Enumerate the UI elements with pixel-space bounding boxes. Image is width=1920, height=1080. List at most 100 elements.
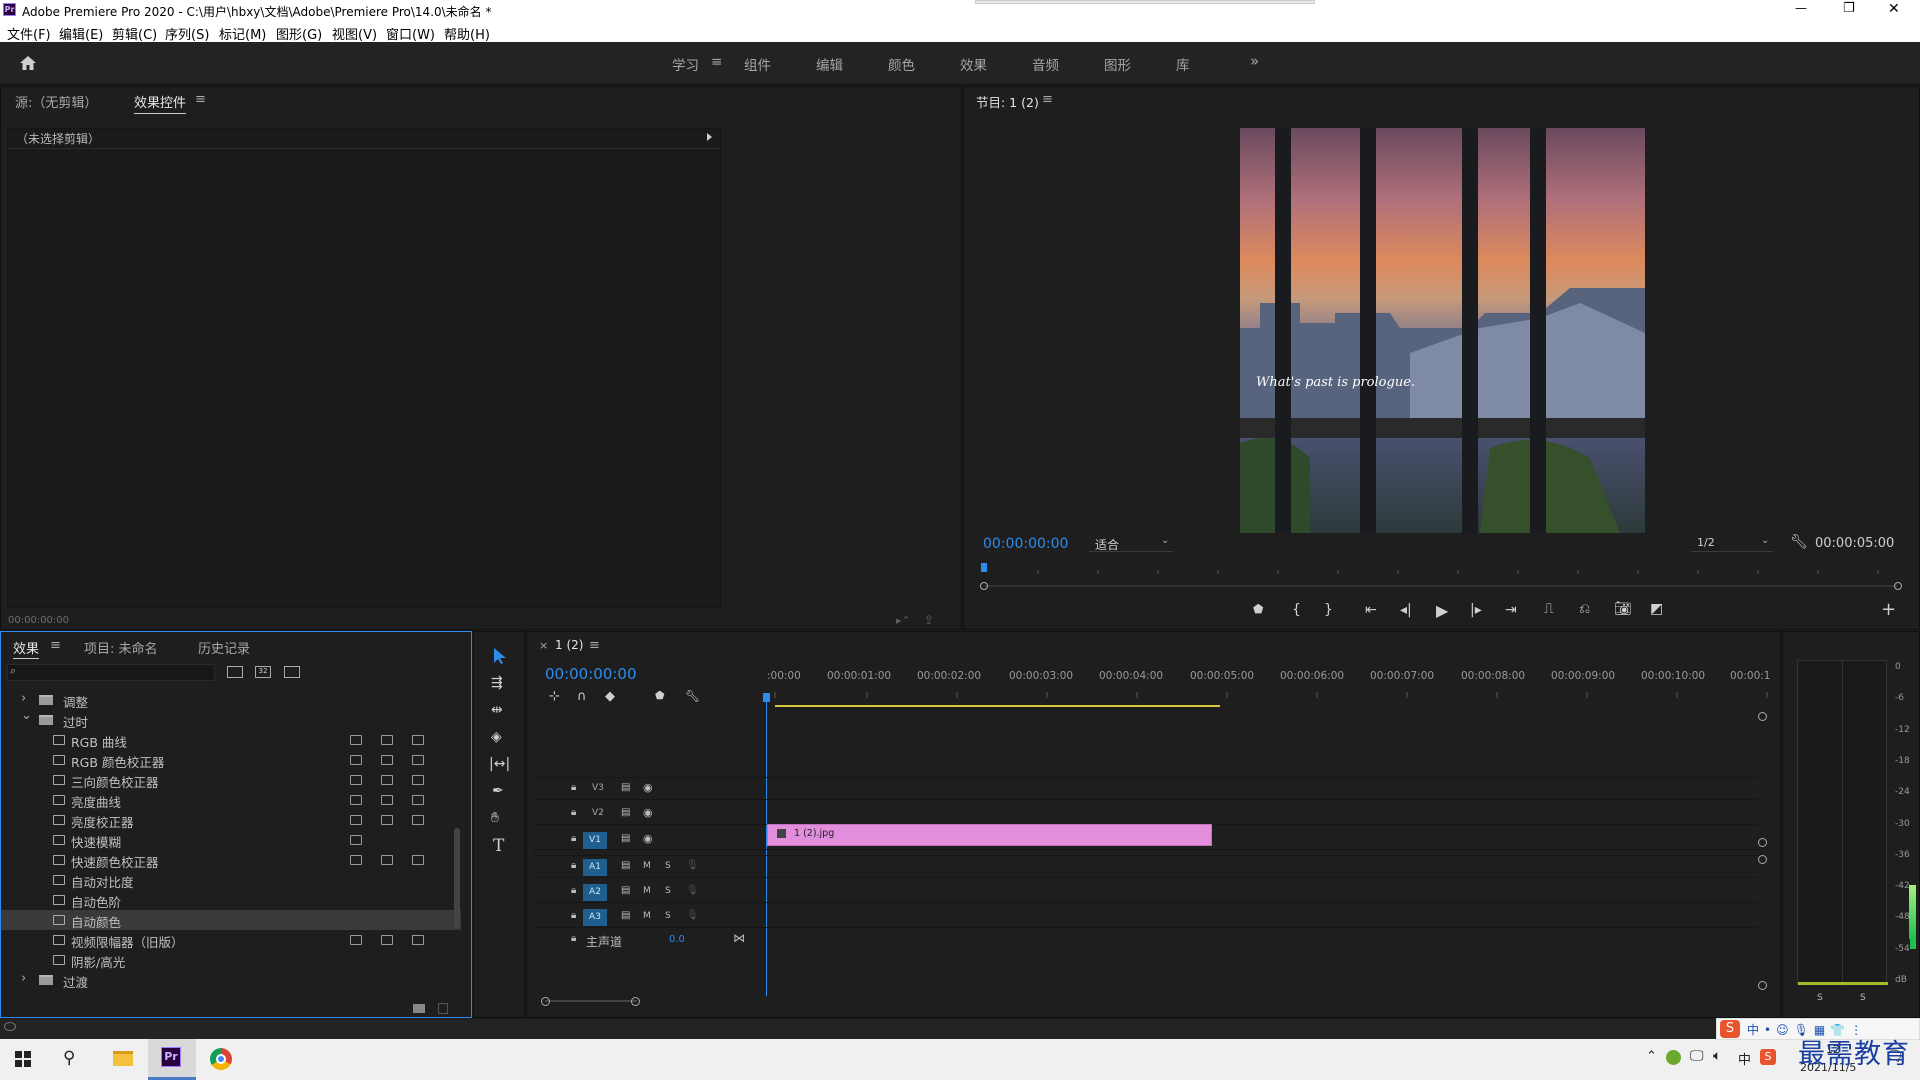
effect-row[interactable]: 快速模糊 xyxy=(1,830,461,850)
effect-row[interactable]: RGB 颜色校正器 xyxy=(1,750,461,770)
add-marker-icon[interactable]: ⬟ xyxy=(1253,602,1263,616)
premiere-taskbar-icon[interactable]: Pr xyxy=(148,1039,196,1080)
resolution-select[interactable]: 1/2 ⌄ xyxy=(1691,535,1773,552)
effect-row[interactable]: 亮度校正器 xyxy=(1,810,461,830)
snap-icon[interactable]: ⊹ xyxy=(549,689,560,704)
solo-button[interactable]: S xyxy=(665,861,671,871)
panel-menu-icon[interactable]: ≡ xyxy=(195,92,206,107)
program-ruler[interactable] xyxy=(980,561,1904,579)
timeline-zoom-scrollbar[interactable] xyxy=(541,997,641,1006)
master-volume[interactable]: 0.0 xyxy=(669,934,685,945)
workspace-learn[interactable]: 学习 xyxy=(672,54,699,74)
mute-button[interactable]: M xyxy=(643,911,651,921)
windows-start-icon[interactable] xyxy=(15,1051,31,1067)
effect-row[interactable]: 视频限幅器（旧版） xyxy=(1,930,461,950)
workspace-more-icon[interactable]: » xyxy=(1250,52,1259,70)
sync-lock-icon[interactable]: ▤ xyxy=(621,885,630,896)
track-label-v1[interactable]: V1 xyxy=(583,832,607,849)
workspace-menu-icon[interactable]: ≡ xyxy=(711,54,722,70)
effects-scrollbar[interactable] xyxy=(453,692,461,992)
add-button-icon[interactable]: + xyxy=(1881,599,1896,620)
step-back-icon[interactable]: ◂| xyxy=(1400,602,1412,618)
solo-button[interactable]: S xyxy=(665,911,671,921)
effect-row[interactable]: 阴影/高光 xyxy=(1,950,461,970)
network-icon[interactable]: 🖵︎ xyxy=(1690,1048,1704,1064)
search-icon[interactable]: ⚲ xyxy=(63,1048,75,1068)
folder-row[interactable]: › 调整 xyxy=(1,690,461,710)
pen-tool-icon[interactable]: ✒ xyxy=(492,783,504,799)
solo-button[interactable]: S xyxy=(665,886,671,896)
meter-solo-left[interactable]: S xyxy=(1817,993,1823,1003)
extract-icon[interactable]: ⎌ xyxy=(1579,601,1590,617)
ime-indicator[interactable]: 中 xyxy=(1738,1049,1751,1068)
effect-row[interactable]: 快速颜色校正器 xyxy=(1,850,461,870)
chevron-right-icon[interactable]: › xyxy=(21,971,26,986)
menu-edit[interactable]: 编辑(E) xyxy=(59,24,103,43)
comparison-view-icon[interactable]: ◩ xyxy=(1650,601,1663,617)
delete-icon[interactable] xyxy=(438,1003,448,1014)
sync-lock-icon[interactable]: ▤ xyxy=(621,910,630,921)
selection-tool-icon[interactable] xyxy=(491,647,509,665)
marker-icon[interactable]: ⬟ xyxy=(655,689,665,702)
timeline-settings-icon[interactable]: 🔧︎ xyxy=(685,689,700,703)
mic-icon[interactable]: 🎙︎ xyxy=(686,910,699,921)
work-area-bar[interactable] xyxy=(775,705,1220,707)
razor-tool-icon[interactable]: ◈ xyxy=(491,729,502,745)
tab-history[interactable]: 历史记录 xyxy=(198,638,250,657)
zoom-scrollbar[interactable] xyxy=(980,582,1904,590)
sogou-icon[interactable]: S xyxy=(1760,1049,1776,1065)
effects-search-input[interactable]: ⌕ xyxy=(7,664,215,681)
sync-lock-icon[interactable]: ▤ xyxy=(621,833,630,844)
lock-icon[interactable]: 🔒︎ xyxy=(571,885,576,896)
scroll-handle-right[interactable] xyxy=(1894,582,1902,590)
type-tool-icon[interactable]: T xyxy=(493,836,504,856)
track-label-a3[interactable]: A3 xyxy=(583,909,607,926)
scroll-handle-left[interactable] xyxy=(980,582,988,590)
timeline-timecode[interactable]: 00:00:00:00 xyxy=(545,665,637,683)
workspace-effects[interactable]: 效果 xyxy=(960,54,987,74)
new-bin-icon[interactable] xyxy=(413,1004,425,1013)
workspace-graphics[interactable]: 图形 xyxy=(1104,54,1131,74)
export-frame-icon[interactable]: 📷︎ xyxy=(1614,601,1632,617)
mark-in-icon[interactable]: { xyxy=(1292,602,1301,618)
workspace-libraries[interactable]: 库 xyxy=(1176,54,1190,74)
effect-row[interactable]: 自动色阶 xyxy=(1,890,461,910)
bowtie-icon[interactable]: ⋈ xyxy=(733,931,745,945)
menu-help[interactable]: 帮助(H) xyxy=(444,24,490,43)
eye-icon[interactable]: ◉ xyxy=(643,806,653,819)
close-button[interactable]: ✕ xyxy=(1888,1,1900,17)
tab-source[interactable]: 源:（无剪辑） xyxy=(15,92,97,111)
effect-row[interactable]: 自动对比度 xyxy=(1,870,461,890)
eye-icon[interactable]: ◉ xyxy=(643,781,653,794)
workspace-assembly[interactable]: 组件 xyxy=(744,54,771,74)
v-scroll-bottom[interactable] xyxy=(1758,981,1767,990)
sync-lock-icon[interactable]: ▤ xyxy=(621,782,630,793)
sequence-tab[interactable]: 1 (2) xyxy=(555,638,583,652)
filter-icon[interactable]: ▸⌃ xyxy=(896,614,911,627)
v-scroll-top[interactable] xyxy=(1758,712,1767,721)
menu-sequence[interactable]: 序列(S) xyxy=(165,24,209,43)
tray-app-icon[interactable] xyxy=(1666,1050,1681,1065)
mute-button[interactable]: M xyxy=(643,886,651,896)
track-label-a1[interactable]: A1 xyxy=(583,859,607,876)
mute-button[interactable]: M xyxy=(643,861,651,871)
program-timecode[interactable]: 00:00:00:00 xyxy=(983,536,1068,552)
step-forward-icon[interactable]: |▸ xyxy=(1470,602,1482,618)
program-preview[interactable]: What's past is prologue. xyxy=(1240,128,1645,533)
tab-effect-controls[interactable]: 效果控件 xyxy=(134,92,187,114)
scroll-thumb[interactable] xyxy=(454,828,460,928)
go-to-out-icon[interactable]: ⇥ xyxy=(1505,602,1517,618)
time-ruler[interactable]: :00:00 00:00:01:00 00:00:02:00 00:00:03:00 0… xyxy=(767,670,1772,710)
eye-icon[interactable]: ◉ xyxy=(643,832,653,845)
chrome-icon[interactable] xyxy=(210,1048,232,1070)
maximize-button[interactable]: ❐ xyxy=(1843,1,1855,16)
yuv-filter-icon[interactable] xyxy=(284,666,300,678)
linked-selection-icon[interactable]: ∩ xyxy=(577,689,587,704)
mic-icon[interactable]: 🎙︎ xyxy=(686,885,699,896)
tray-arrow-icon[interactable]: ⌃ xyxy=(1646,1049,1657,1064)
lock-icon[interactable]: 🔒︎ xyxy=(571,782,576,793)
tab-project[interactable]: 项目: 未命名 xyxy=(84,638,158,657)
chevron-right-icon[interactable]: › xyxy=(21,691,26,706)
menu-file[interactable]: 文件(F) xyxy=(7,24,51,43)
lock-icon[interactable]: 🔒︎ xyxy=(571,807,576,818)
